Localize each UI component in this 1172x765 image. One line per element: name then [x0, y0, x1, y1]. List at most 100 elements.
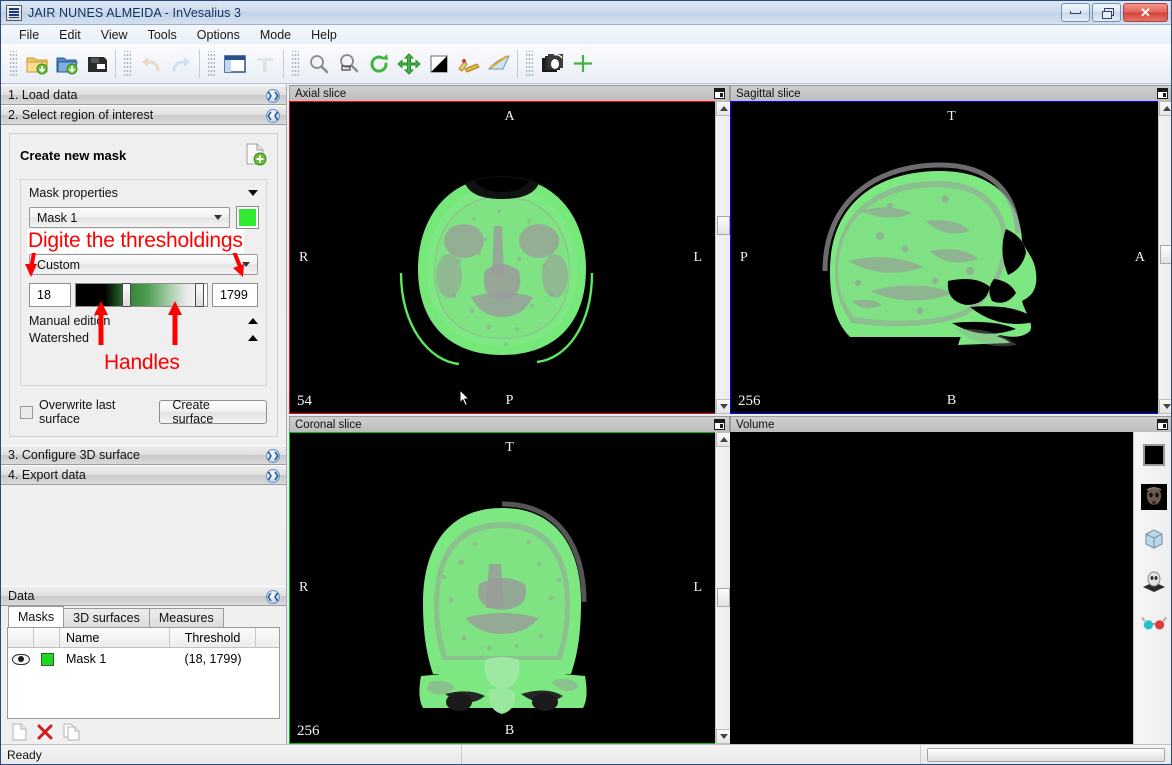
checkbox-icon[interactable] — [20, 405, 33, 419]
col-threshold[interactable]: Threshold — [170, 628, 256, 647]
angular-measure-button[interactable] — [484, 49, 514, 79]
scroll-thumb[interactable] — [717, 216, 730, 235]
contrast-button[interactable] — [424, 49, 454, 79]
maximize-pane-icon[interactable] — [714, 88, 725, 99]
zoom-select-button[interactable] — [334, 49, 364, 79]
chevron-down-icon[interactable]: ❯❯ — [266, 449, 280, 463]
text-annotation-button[interactable] — [250, 49, 280, 79]
slice-scroll-button[interactable] — [538, 49, 568, 79]
watershed-row[interactable]: Watershed — [29, 331, 258, 345]
toolbar-grip-4[interactable] — [292, 50, 299, 77]
manual-edition-row[interactable]: Manual edition — [29, 314, 258, 328]
save-project-button[interactable] — [82, 49, 112, 79]
chevron-down-icon[interactable]: ❯❯ — [266, 469, 280, 483]
sidebar-section-configure-3d[interactable]: 3. Configure 3D surface ❯❯ — [1, 445, 286, 465]
tab-measures[interactable]: Measures — [148, 608, 224, 627]
tab-3d-surfaces[interactable]: 3D surfaces — [63, 608, 150, 627]
maximize-pane-icon[interactable] — [714, 419, 725, 430]
minimize-button[interactable] — [1061, 3, 1090, 22]
background-color-button[interactable] — [1140, 441, 1168, 469]
scroll-thumb[interactable] — [717, 588, 730, 607]
sidebar-section-select-roi[interactable]: 2. Select region of interest ❮❮ — [1, 105, 286, 125]
new-mask-button[interactable] — [11, 723, 27, 744]
slice-plane-button[interactable] — [1140, 567, 1168, 595]
viewport-axial-canvas[interactable]: A P R L 54 — [289, 101, 730, 414]
overwrite-last-surface-checkbox[interactable]: Overwrite last surface — [20, 398, 159, 426]
menu-view[interactable]: View — [91, 27, 138, 43]
threshold-slider[interactable] — [75, 283, 208, 307]
crosshair-button[interactable] — [568, 49, 598, 79]
open-project-button[interactable] — [52, 49, 82, 79]
viewport-volume-canvas[interactable] — [730, 432, 1171, 744]
import-dicom-button[interactable] — [22, 49, 52, 79]
scroll-up-button[interactable] — [1159, 101, 1171, 116]
mask-row-color[interactable] — [34, 648, 60, 670]
create-new-mask-button[interactable] — [243, 142, 267, 169]
duplicate-mask-button[interactable] — [63, 723, 81, 744]
viewport-axial-scrollbar[interactable] — [715, 101, 730, 414]
linear-measure-button[interactable] — [454, 49, 484, 79]
layout-button[interactable] — [220, 49, 250, 79]
threshold-max-input[interactable]: 1799 — [212, 283, 258, 307]
axial-slice-image — [289, 101, 715, 414]
threshold-max-handle[interactable] — [195, 283, 204, 307]
scroll-thumb[interactable] — [1160, 245, 1171, 264]
menu-tools[interactable]: Tools — [138, 27, 187, 43]
create-surface-button[interactable]: Create surface — [159, 398, 267, 426]
mask-properties-row[interactable]: Mask properties — [29, 186, 258, 200]
toolbar-grip[interactable] — [10, 50, 17, 77]
threshold-preset-select[interactable]: Custom — [29, 254, 258, 275]
toolbar-grip-5[interactable] — [526, 50, 533, 77]
maximize-pane-icon[interactable] — [1157, 419, 1168, 430]
mask-select[interactable]: Mask 1 — [29, 207, 230, 228]
scroll-up-button[interactable] — [716, 101, 730, 116]
menu-edit[interactable]: Edit — [49, 27, 91, 43]
chevron-up-icon[interactable]: ❮❮ — [266, 109, 280, 123]
redo-button[interactable] — [166, 49, 196, 79]
bounding-box-button[interactable] — [1140, 525, 1168, 553]
menu-mode[interactable]: Mode — [250, 27, 301, 43]
viewport-sagittal-scrollbar[interactable] — [1158, 101, 1171, 414]
triangle-up-icon[interactable] — [248, 318, 258, 324]
toolbar-grip-3[interactable] — [208, 50, 215, 77]
delete-mask-button[interactable] — [37, 723, 53, 744]
sidebar-section-export-data[interactable]: 4. Export data ❯❯ — [1, 465, 286, 485]
zoom-button[interactable] — [304, 49, 334, 79]
viewport-sagittal-canvas[interactable]: T B P A 256 — [730, 101, 1171, 414]
triangle-down-icon[interactable] — [248, 190, 258, 196]
color-swatch-icon[interactable] — [40, 652, 54, 666]
scroll-down-button[interactable] — [716, 729, 730, 744]
sidebar-section-load-data[interactable]: 1. Load data ❯❯ — [1, 85, 286, 105]
menu-file[interactable]: File — [9, 27, 49, 43]
tab-masks[interactable]: Masks — [8, 606, 65, 627]
close-button[interactable]: ✕ — [1123, 3, 1168, 22]
menu-options[interactable]: Options — [187, 27, 250, 43]
viewport-coronal-scrollbar[interactable] — [715, 432, 730, 744]
maximize-pane-icon[interactable] — [1157, 88, 1168, 99]
sidebar-section-data[interactable]: Data ❮❮ — [1, 586, 286, 606]
raycasting-preset-button[interactable] — [1140, 483, 1168, 511]
scroll-up-button[interactable] — [716, 432, 730, 447]
menu-help[interactable]: Help — [301, 27, 347, 43]
col-name[interactable]: Name — [60, 628, 170, 647]
stereo-glasses-button[interactable] — [1140, 609, 1168, 637]
viewport-axial-header: Axial slice — [289, 85, 730, 101]
pan-button[interactable] — [394, 49, 424, 79]
undo-button[interactable] — [136, 49, 166, 79]
threshold-min-handle[interactable] — [122, 283, 131, 307]
threshold-min-input[interactable]: 18 — [29, 283, 71, 307]
mask-visibility-toggle[interactable] — [8, 648, 34, 670]
viewport-coronal-canvas[interactable]: T B R L 256 — [289, 432, 730, 744]
mask-color-swatch[interactable] — [236, 206, 259, 229]
viewport-sagittal: Sagittal slice T B P A 256 — [730, 85, 1171, 415]
scroll-down-button[interactable] — [716, 399, 730, 414]
rotate-button[interactable] — [364, 49, 394, 79]
chevron-up-icon[interactable]: ❮❮ — [266, 590, 280, 604]
triangle-up-icon[interactable] — [248, 335, 258, 341]
eye-icon[interactable] — [12, 653, 30, 665]
scroll-down-button[interactable] — [1159, 399, 1171, 414]
table-row[interactable]: Mask 1 (18, 1799) — [8, 648, 279, 670]
toolbar-grip-2[interactable] — [124, 50, 131, 77]
restore-button[interactable] — [1092, 3, 1121, 22]
chevron-down-icon[interactable]: ❯❯ — [266, 89, 280, 103]
